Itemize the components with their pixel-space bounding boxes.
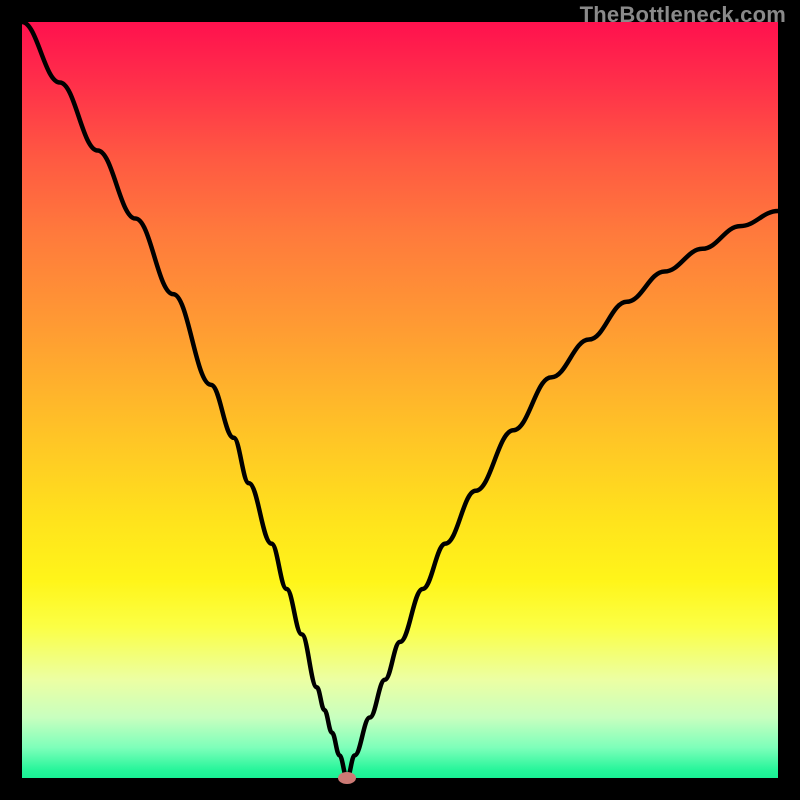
plot-area — [22, 22, 778, 778]
optimum-marker — [338, 772, 356, 784]
chart-frame: TheBottleneck.com — [0, 0, 800, 800]
bottleneck-curve — [22, 22, 778, 778]
